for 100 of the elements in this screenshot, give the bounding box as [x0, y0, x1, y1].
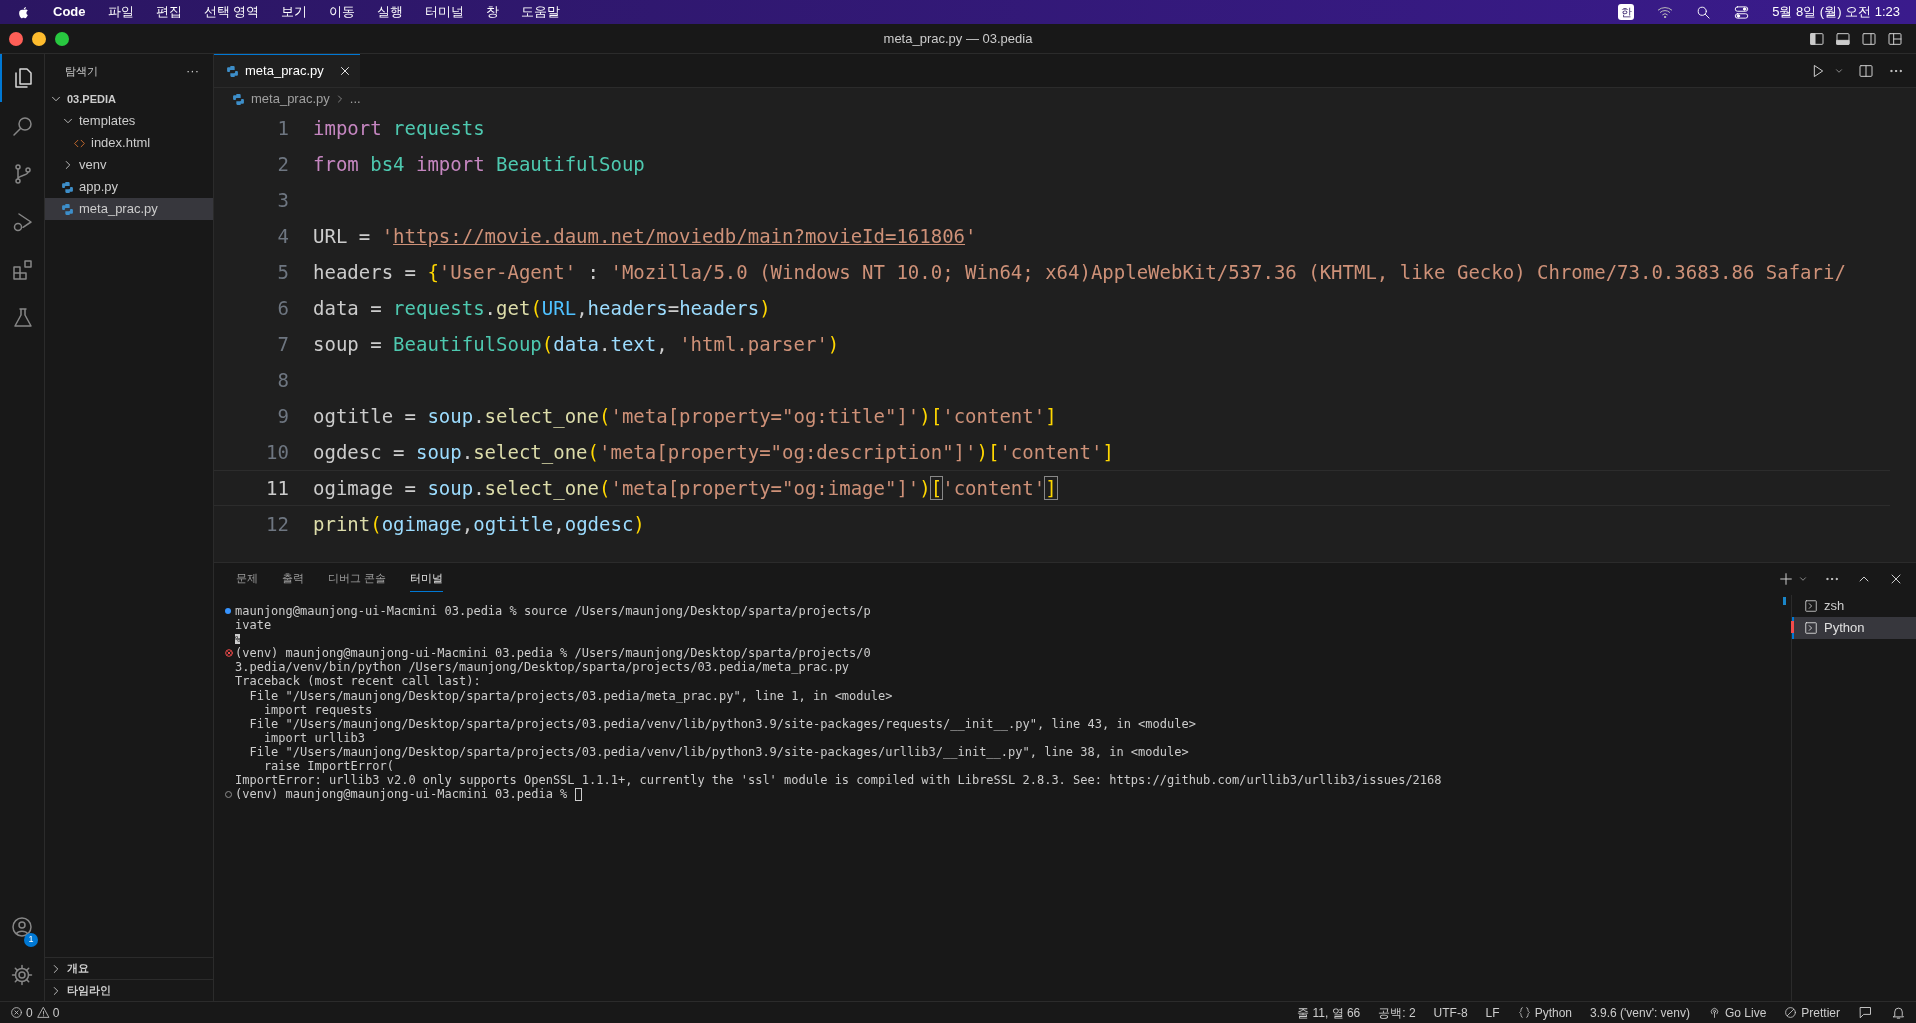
app-menu[interactable]: Code: [53, 2, 86, 22]
chevron-down-icon[interactable]: [1798, 574, 1808, 584]
input-source-indicator[interactable]: 한: [1618, 4, 1635, 20]
close-button[interactable]: [9, 31, 23, 46]
tree-item[interactable]: 03.PEDIA: [45, 88, 213, 110]
code-line: import requests: [313, 115, 485, 141]
zoom-button[interactable]: [55, 31, 69, 46]
error-icon[interactable]: [10, 1006, 23, 1019]
line-number: 2: [276, 151, 289, 177]
extensions-icon[interactable]: [11, 258, 35, 282]
bell-icon[interactable]: [1891, 1005, 1906, 1020]
terminal-line: File "/Users/maunjong/Desktop/sparta/projects/03.pedia/meta_prac.py", line 1, in <module>: [248, 688, 893, 703]
wifi-icon[interactable]: [1656, 4, 1675, 20]
flask-icon[interactable]: [11, 306, 35, 330]
code-line: headers = {'User-Agent' : 'Mozilla/5.0 (Windows NT 10.0; Win64; x64)AppleWebKit/537.36 (KHTML, like Gecko) Chrome/73.0.3683.86 Safari/: [313, 259, 1846, 285]
error-count[interactable]: 0: [26, 1003, 33, 1022]
feedback-icon[interactable]: [1858, 1005, 1873, 1020]
search-icon[interactable]: [1696, 4, 1712, 20]
control-center-icon[interactable]: [1733, 4, 1751, 20]
terminal-line: (venv) maunjong@maunjong-ui-Macmini 03.pedia % /Users/maunjong/Desktop/sparta/projects/0: [235, 646, 871, 661]
command-error-icon: [225, 649, 233, 658]
terminal-line: ImportError: urllib3 v2.0 only supports OpenSSL 1.1.1+, currently the 'ssl' module is compiled with LibreSSL 2.8.3. See: https://github.com/urllib3/urllib3/issues/2168: [235, 773, 1442, 788]
split-editor-icon[interactable]: [1858, 62, 1874, 79]
menu-item[interactable]: 파일: [107, 2, 134, 22]
search-icon[interactable]: [11, 114, 35, 138]
menu-bar-clock[interactable]: 5월 8일 (월) 오전 1:23: [1772, 2, 1900, 22]
tree-item[interactable]: venv: [45, 154, 213, 176]
menu-item[interactable]: 실행: [377, 2, 404, 22]
code-line: URL = 'https://movie.daum.net/moviedb/main?movieId=161806': [313, 223, 977, 249]
line-number: 6: [276, 295, 289, 321]
panel-tab[interactable]: 터미널: [410, 566, 444, 592]
line-number: 9: [276, 403, 289, 429]
notification-badge: 1: [24, 933, 38, 947]
terminal-line: (venv) maunjong@maunjong-ui-Macmini 03.pedia %: [235, 787, 569, 802]
settings-icon[interactable]: [10, 963, 34, 987]
tree-item[interactable]: meta_prac.py: [45, 198, 213, 220]
minimize-button[interactable]: [32, 31, 46, 46]
python-file-icon: [61, 202, 74, 216]
tree-item[interactable]: templates: [45, 110, 213, 132]
terminal-line: File "/Users/maunjong/Desktop/sparta/projects/03.pedia/venv/lib/python3.9/site-packages/requests/__init__.py", line 43, in <module>: [248, 716, 1196, 731]
panel-tab[interactable]: 출력: [282, 566, 304, 592]
menu-item[interactable]: 이동: [329, 2, 356, 22]
breadcrumb-item[interactable]: ...: [349, 89, 361, 109]
menu-item[interactable]: 도움말: [521, 2, 561, 22]
terminal-cursor: [574, 787, 582, 801]
line-number: 11: [265, 475, 289, 501]
terminal-line: Traceback (most recent call last):: [235, 674, 481, 689]
more-actions-button[interactable]: ···: [186, 61, 199, 81]
status-item[interactable]: 공백: 2: [1378, 1003, 1416, 1022]
panel-toggle-icon[interactable]: [1835, 30, 1851, 47]
add-icon[interactable]: [1778, 571, 1794, 587]
tree-item[interactable]: index.html: [45, 132, 213, 154]
line-number: 8: [276, 367, 289, 393]
code-line: soup = BeautifulSoup(data.text, 'html.parser'): [313, 331, 840, 357]
warning-icon[interactable]: [36, 1006, 50, 1019]
code-line: ogimage = soup.select_one('meta[property="og:image"]')['content']: [313, 475, 1057, 502]
status-item[interactable]: 줄 11, 열 66: [1297, 1003, 1361, 1022]
menu-item[interactable]: 선택 영역: [203, 2, 260, 22]
warning-count[interactable]: 0: [52, 1003, 60, 1022]
menu-item[interactable]: 보기: [281, 2, 308, 22]
menu-item[interactable]: 편집: [155, 2, 182, 22]
status-item[interactable]: 3.9.6 ('venv': venv): [1590, 1003, 1690, 1022]
line-number: 10: [265, 439, 289, 465]
status-item[interactable]: UTF-8: [1433, 1003, 1468, 1022]
terminal-list-item[interactable]: zsh: [1792, 595, 1916, 617]
terminal-line: maunjong@maunjong-ui-Macmini 03.pedia % source /Users/maunjong/Desktop/sparta/projects/p: [235, 604, 871, 619]
status-item[interactable]: Go Live: [1724, 1003, 1767, 1022]
panel-tab[interactable]: 디버그 콘솔: [328, 566, 387, 592]
python-file-icon: [226, 64, 239, 78]
editor-tab[interactable]: meta_prac.py: [214, 54, 360, 87]
line-number: 1: [276, 115, 289, 141]
apple-icon[interactable]: [16, 4, 31, 20]
secondary-sidebar-icon[interactable]: [1861, 30, 1877, 47]
terminal-line: ivate: [235, 618, 272, 633]
terminal-icon: [1804, 621, 1818, 635]
status-item[interactable]: Prettier: [1801, 1003, 1840, 1022]
line-number: 7: [276, 331, 289, 357]
code-line: ogtitle = soup.select_one('meta[property="og:title"]')['content']: [313, 403, 1057, 430]
breadcrumb-item[interactable]: meta_prac.py: [251, 89, 330, 109]
section-header[interactable]: 개요: [45, 957, 213, 979]
line-number: 12: [265, 511, 289, 537]
tree-item[interactable]: app.py: [45, 176, 213, 198]
line-number: 4: [276, 223, 289, 249]
menu-item[interactable]: 창: [486, 2, 500, 22]
code-line: from bs4 import BeautifulSoup: [313, 151, 645, 177]
broadcast-icon[interactable]: [1707, 1006, 1721, 1019]
layout-icon[interactable]: [1887, 30, 1903, 47]
python-file-icon: [232, 92, 245, 106]
terminal-list-item[interactable]: Python: [1792, 617, 1916, 639]
status-item[interactable]: Python: [1534, 1003, 1572, 1022]
menu-item[interactable]: 터미널: [425, 2, 465, 22]
window-title: meta_prac.py — 03.pedia: [883, 29, 1033, 48]
panel-tab[interactable]: 문제: [236, 566, 258, 592]
run-debug-icon[interactable]: [11, 210, 35, 234]
braces-icon[interactable]: [1517, 1006, 1531, 1019]
status-item[interactable]: LF: [1485, 1003, 1500, 1022]
sidebar-toggle-icon[interactable]: [1809, 30, 1825, 47]
terminal-line: 3.pedia/venv/bin/python /Users/maunjong/Desktop/sparta/projects/03.pedia/meta_prac.py: [235, 660, 850, 675]
terminal-line: File "/Users/maunjong/Desktop/sparta/projects/03.pedia/venv/lib/python3.9/site-packages/urllib3/__init__.py", line 38, in <module>: [248, 744, 1189, 760]
blocked-icon[interactable]: [1784, 1006, 1798, 1019]
